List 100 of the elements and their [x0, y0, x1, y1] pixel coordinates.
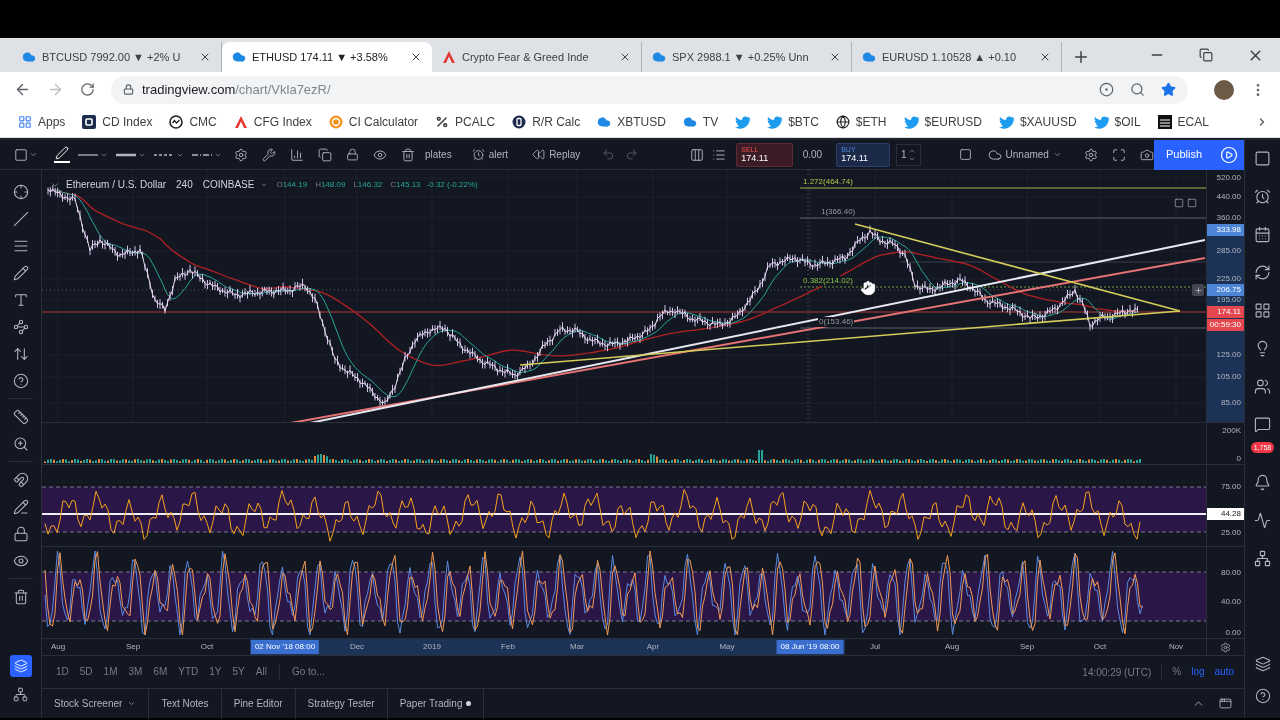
close-tab-icon[interactable] — [410, 51, 422, 63]
bookmark[interactable]: $OIL — [1093, 113, 1141, 131]
trash-icon[interactable] — [12, 588, 29, 605]
network-icon[interactable] — [1254, 550, 1271, 567]
crosshair-icon[interactable] — [12, 183, 29, 200]
line-style-icon[interactable] — [116, 152, 136, 157]
caret-icon[interactable] — [29, 150, 38, 159]
pencil-icon[interactable] — [12, 264, 29, 281]
square-icon[interactable] — [1254, 150, 1271, 167]
back-icon[interactable] — [14, 81, 31, 98]
window-icon[interactable] — [1219, 697, 1232, 710]
panel-tab[interactable]: Stock Screener — [42, 688, 150, 719]
line-style-icon[interactable] — [154, 152, 174, 157]
calendar-icon[interactable] — [1254, 226, 1271, 243]
go-to-button[interactable]: Go to... — [291, 667, 325, 677]
alarm-clock-icon[interactable] — [1254, 188, 1271, 205]
panel-tab[interactable]: Strategy Tester — [295, 688, 388, 719]
replay-button[interactable]: Replay — [532, 147, 581, 162]
list-icon[interactable] — [712, 147, 727, 162]
lock-icon[interactable] — [346, 148, 359, 161]
trash-icon[interactable] — [401, 147, 415, 162]
line-style-icon[interactable] — [78, 152, 98, 157]
question-icon[interactable] — [12, 372, 29, 389]
settings-icon[interactable] — [234, 147, 248, 162]
ruler-icon[interactable] — [12, 408, 29, 425]
zoom-icon[interactable] — [1130, 82, 1145, 97]
bookmark[interactable]: $EURUSD — [903, 113, 982, 131]
lock-icon[interactable] — [12, 525, 29, 542]
square-icon[interactable] — [958, 148, 972, 161]
chat-icon[interactable] — [1254, 416, 1271, 433]
range-button[interactable]: All — [255, 667, 267, 677]
bookmark[interactable] — [735, 115, 751, 129]
up-down-arrows-icon[interactable] — [12, 345, 29, 362]
copy-icon[interactable] — [318, 147, 332, 162]
bookmark[interactable]: $BTC — [767, 113, 819, 131]
settings-icon[interactable] — [1083, 147, 1098, 162]
templates-button[interactable]: plates — [425, 147, 452, 162]
bookmark[interactable]: XBTUSD — [597, 113, 666, 131]
panel-tab[interactable]: Pine Editor — [221, 688, 296, 719]
bookmark[interactable]: $ETH — [835, 113, 887, 131]
bookmark[interactable]: CI Calculator — [328, 113, 419, 131]
browser-tab[interactable]: ETHUSD 174.11 ▼ +3.58% — [222, 42, 432, 72]
range-button[interactable]: 5D — [79, 667, 93, 677]
bookmark[interactable]: R/R Calc — [512, 113, 581, 131]
range-button[interactable]: 6M — [153, 667, 168, 677]
panel-tab[interactable]: Paper Trading — [387, 688, 485, 719]
range-button[interactable]: 1M — [103, 667, 118, 677]
close-tab-icon[interactable] — [619, 51, 631, 63]
scale-mode-button[interactable]: log — [1191, 667, 1205, 677]
bookmark[interactable]: TV — [682, 113, 719, 131]
network-icon[interactable] — [13, 687, 28, 702]
play-icon[interactable] — [1220, 145, 1238, 164]
star-icon[interactable] — [1161, 82, 1176, 97]
bell-icon[interactable] — [1254, 474, 1271, 491]
waypoints-icon[interactable] — [12, 318, 29, 335]
target-icon[interactable] — [1099, 82, 1114, 97]
pencil-line-icon[interactable] — [12, 498, 29, 515]
bookmark[interactable]: $XAUUSD — [998, 113, 1077, 131]
scale-mode-button[interactable]: auto — [1214, 667, 1234, 677]
layers-icon[interactable] — [1254, 656, 1271, 672]
zigzag-icon[interactable] — [1254, 512, 1271, 529]
reload-icon[interactable] — [80, 82, 95, 97]
help-icon[interactable] — [1254, 688, 1271, 704]
range-button[interactable]: 5Y — [232, 667, 245, 677]
eye-icon[interactable] — [373, 147, 387, 162]
restore-icon[interactable] — [1199, 48, 1213, 62]
range-button[interactable]: 3M — [128, 667, 143, 677]
pen-icon[interactable] — [55, 146, 69, 160]
close-tab-icon[interactable] — [829, 51, 841, 63]
close-tab-icon[interactable] — [1039, 51, 1051, 63]
grid-icon[interactable] — [1254, 302, 1271, 319]
diagonal-line-icon[interactable] — [12, 210, 29, 227]
camera-icon[interactable] — [1139, 147, 1154, 162]
text-tool-icon[interactable] — [12, 291, 29, 308]
range-button[interactable]: 1Y — [209, 667, 222, 677]
quantity-field[interactable]: 1 — [895, 143, 921, 166]
users-icon[interactable] — [1254, 378, 1271, 395]
bookmark[interactable]: Apps — [18, 113, 66, 131]
alert-button[interactable]: alert — [471, 147, 509, 162]
bookmark[interactable]: CD Index — [82, 113, 153, 131]
object-tree-button[interactable] — [9, 655, 32, 677]
settings-icon[interactable] — [1220, 641, 1231, 653]
avatar[interactable] — [1214, 79, 1234, 100]
bookmark[interactable]: PCALC — [435, 113, 496, 131]
scale-mode-button[interactable]: % — [1172, 667, 1182, 677]
bookmark[interactable]: CMC — [169, 113, 217, 131]
range-button[interactable]: YTD — [178, 667, 199, 677]
refresh-icon[interactable] — [1254, 264, 1271, 281]
magnet-icon[interactable] — [12, 471, 29, 488]
address-field[interactable]: tradingview.com/chart/Vkla7ezR/ — [111, 75, 1188, 104]
layout-name-button[interactable]: Unnamed — [987, 147, 1062, 162]
bar-chart-icon[interactable] — [290, 147, 304, 162]
wrench-icon[interactable] — [262, 147, 276, 162]
panel-tab[interactable]: Text Notes — [149, 688, 222, 719]
square-icon[interactable] — [14, 147, 28, 162]
zoom-in-icon[interactable] — [12, 435, 29, 452]
bookmark[interactable]: ECAL — [1157, 113, 1209, 131]
line-style-icon[interactable] — [192, 152, 212, 157]
range-button[interactable]: 1D — [56, 667, 69, 677]
bookmark[interactable]: CFG Index — [233, 113, 312, 131]
